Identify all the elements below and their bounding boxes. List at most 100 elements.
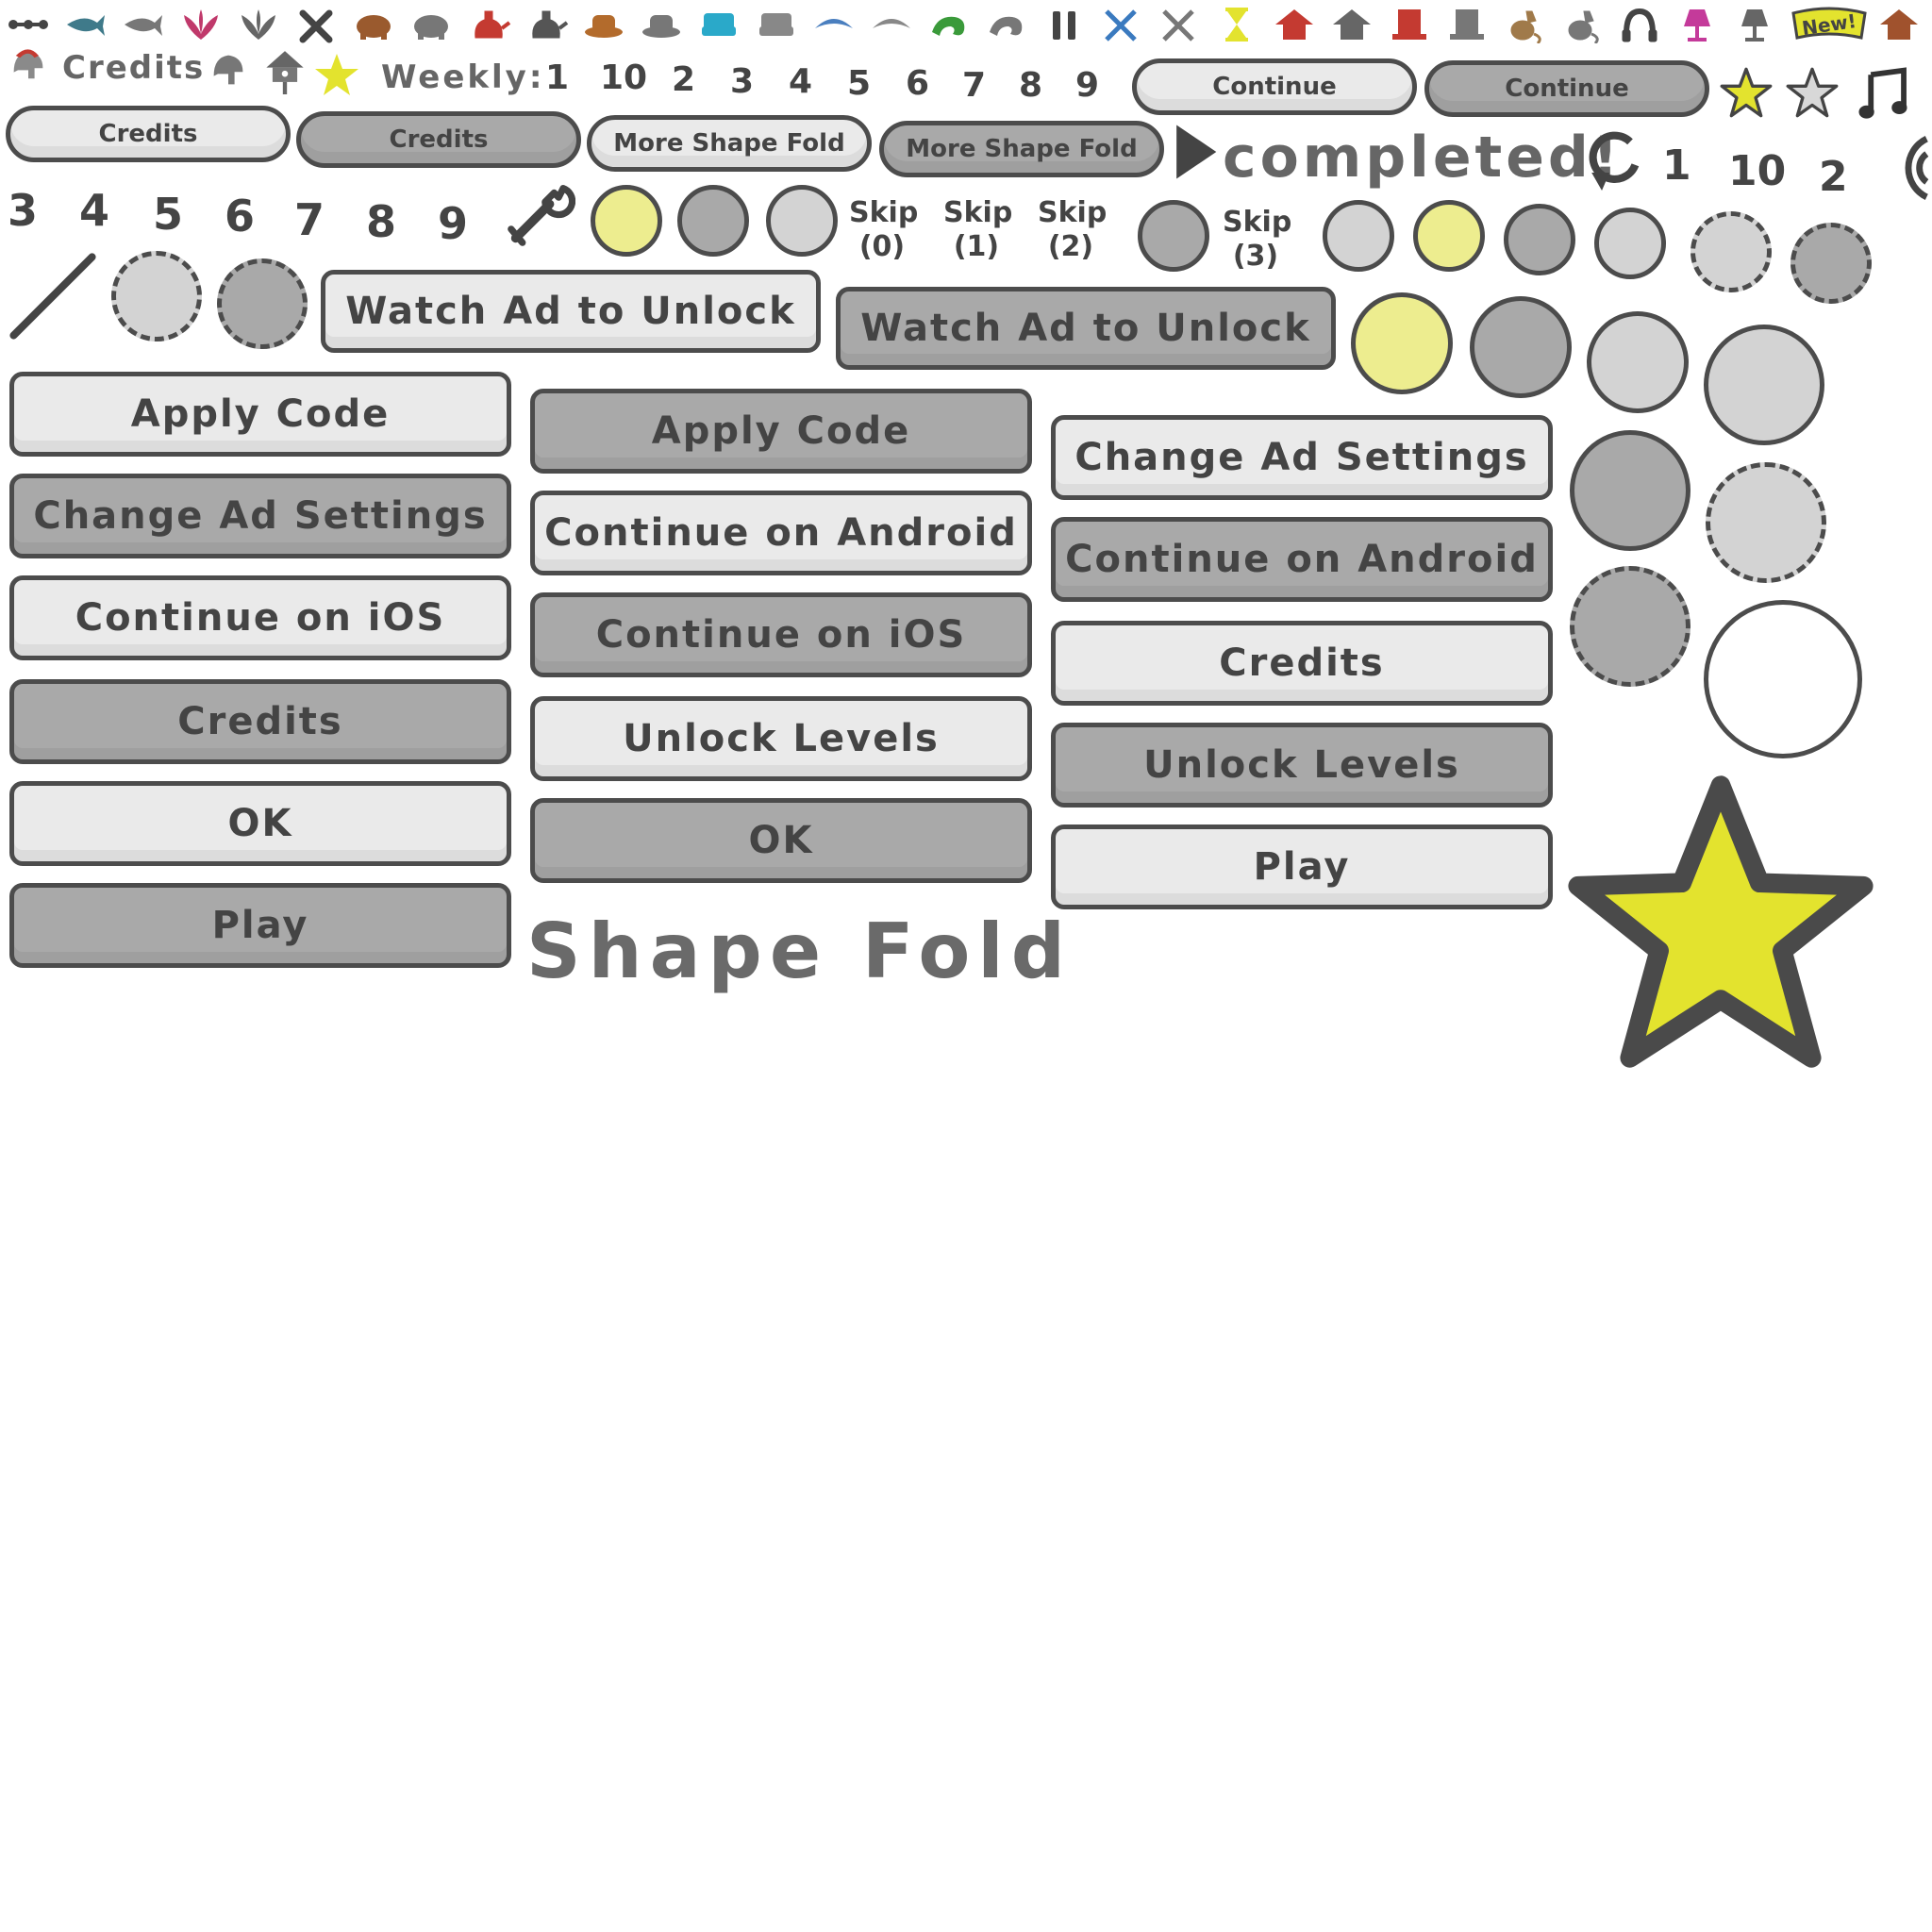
change-ad-settings-button-dark[interactable]: Change Ad Settings [9, 474, 511, 558]
credits-button-light[interactable]: Credits [6, 106, 291, 162]
skip-label-2[interactable]: Skip (2) [1038, 196, 1108, 264]
level-number-b-6: 9 [438, 198, 469, 249]
continue-button-dark[interactable]: Continue [1424, 60, 1709, 117]
credits-button-dark[interactable]: Credits [296, 111, 581, 168]
molecule-icon [6, 6, 51, 43]
weekly-number-4: 4 [789, 62, 813, 101]
kettle-icon [466, 6, 511, 43]
unlock-levels-button-light[interactable]: Unlock Levels [530, 696, 1032, 781]
restart-icon[interactable] [1583, 126, 1649, 191]
play-button-dark[interactable]: Play [9, 883, 511, 968]
weekly-number-5: 5 [847, 64, 872, 103]
watch-ad-button-dark[interactable]: Watch Ad to Unlock [836, 287, 1336, 370]
skip-label-1[interactable]: Skip (1) [943, 196, 1013, 264]
level-circle-gray-2[interactable] [1504, 204, 1575, 275]
xl-circle-dashed-light[interactable] [1706, 462, 1826, 583]
level-circle-light-2[interactable] [1323, 200, 1394, 272]
xl-circle-gray[interactable] [1570, 430, 1690, 551]
level-number-b-1: 4 [79, 185, 110, 236]
weekly-number-8: 8 [1019, 66, 1043, 105]
helmet-icon [8, 45, 49, 87]
continue-ios-button-light[interactable]: Continue on iOS [9, 575, 511, 660]
continue-button-light[interactable]: Continue [1132, 58, 1417, 115]
lotus-gray-icon [236, 6, 281, 43]
wrench-icon[interactable] [506, 179, 575, 247]
crossed-swords-icon [1099, 6, 1144, 43]
crossed-swords-gray-icon [1157, 6, 1202, 43]
shark-icon [63, 6, 108, 43]
continue-android-button-dark[interactable]: Continue on Android [1051, 517, 1553, 602]
lamp-icon [1674, 6, 1720, 43]
top-hat-gray-icon [1444, 6, 1490, 43]
xl-circle-dashed-gray[interactable] [1570, 566, 1690, 687]
hourglass-icon [1214, 6, 1259, 43]
bear-gray-icon [408, 6, 454, 43]
weekly-number-9: 9 [1075, 66, 1100, 105]
xxl-circle-empty[interactable] [1704, 600, 1862, 758]
big-star-icon [1558, 766, 1883, 1077]
star-outline-icon [1785, 66, 1840, 119]
credits-button-large-light[interactable]: Credits [1051, 621, 1553, 706]
close-icon [293, 6, 339, 43]
pause-icon [1041, 6, 1087, 43]
change-ad-settings-button-light[interactable]: Change Ad Settings [1051, 415, 1553, 500]
apply-code-button-light[interactable]: Apply Code [9, 372, 511, 457]
large-circle-light[interactable] [1587, 311, 1689, 413]
skip-circle[interactable] [1138, 200, 1209, 272]
weekly-number-7: 7 [962, 66, 987, 105]
top-hat-icon [1387, 6, 1432, 43]
headphones-icon [1617, 6, 1662, 43]
watch-ad-button-light[interactable]: Watch Ad to Unlock [321, 270, 821, 353]
continue-android-button-light[interactable]: Continue on Android [530, 491, 1032, 575]
signal-icon [1887, 130, 1932, 206]
unlock-levels-button-dark[interactable]: Unlock Levels [1051, 723, 1553, 808]
weekly-number-2: 2 [672, 60, 696, 99]
shark-gray-icon [121, 6, 166, 43]
skip-text: Skip [943, 196, 1013, 229]
play-button-light[interactable]: Play [1051, 824, 1553, 909]
level-number-b-5: 8 [366, 196, 397, 247]
level-circle-dashed-light[interactable] [1690, 211, 1772, 292]
skip-label-3[interactable]: Skip (3) [1223, 206, 1291, 274]
more-shape-fold-button-dark[interactable]: More Shape Fold [879, 121, 1164, 177]
large-circle-yellow[interactable] [1351, 292, 1453, 394]
cat-gray-icon [1559, 6, 1605, 43]
level-number-b-4: 7 [294, 194, 325, 245]
level-circle-light-3[interactable] [1594, 208, 1666, 279]
weekly-label: Weekly: [381, 58, 545, 96]
ok-button-light[interactable]: OK [9, 781, 511, 866]
star-icon [313, 51, 360, 98]
skip-label-0[interactable]: Skip (0) [849, 196, 919, 264]
play-icon[interactable] [1172, 123, 1219, 181]
game-logo: Shape Fold [526, 908, 1073, 995]
completed-label: completed! [1223, 125, 1623, 191]
large-circle-gray[interactable] [1470, 296, 1572, 398]
level-circle-yellow-2[interactable] [1413, 200, 1485, 272]
skip-text: Skip [1038, 196, 1108, 229]
bear-icon [351, 6, 396, 43]
skip-count: (3) [1232, 240, 1279, 273]
more-shape-fold-button-light[interactable]: More Shape Fold [587, 115, 872, 172]
level-circle-gray[interactable] [677, 185, 749, 257]
level-number-b-3: 6 [225, 191, 256, 242]
cat-icon [1502, 6, 1547, 43]
level-number-0: 1 [1662, 142, 1691, 190]
xl-circle-light[interactable] [1704, 325, 1824, 445]
level-circle-dashed-gray-2[interactable] [217, 258, 308, 349]
level-circle-light[interactable] [766, 185, 838, 257]
apply-code-button-dark[interactable]: Apply Code [530, 389, 1032, 474]
level-circle-dashed-light-2[interactable] [111, 251, 202, 341]
music-note-icon[interactable] [1855, 66, 1911, 121]
chameleon-icon [926, 6, 972, 43]
credits-button-large-dark[interactable]: Credits [9, 679, 511, 764]
level-number-1: 10 [1728, 147, 1787, 195]
lotus-icon [178, 6, 224, 43]
level-circle-yellow[interactable] [591, 185, 662, 257]
ok-button-dark[interactable]: OK [530, 798, 1032, 883]
level-circle-dashed-gray[interactable] [1790, 223, 1872, 304]
skip-text: Skip [849, 196, 919, 229]
bird-gray-icon [869, 6, 914, 43]
birdhouse-small-icon [1876, 6, 1922, 43]
helmet-gray-icon [208, 49, 249, 91]
continue-ios-button-dark[interactable]: Continue on iOS [530, 592, 1032, 677]
